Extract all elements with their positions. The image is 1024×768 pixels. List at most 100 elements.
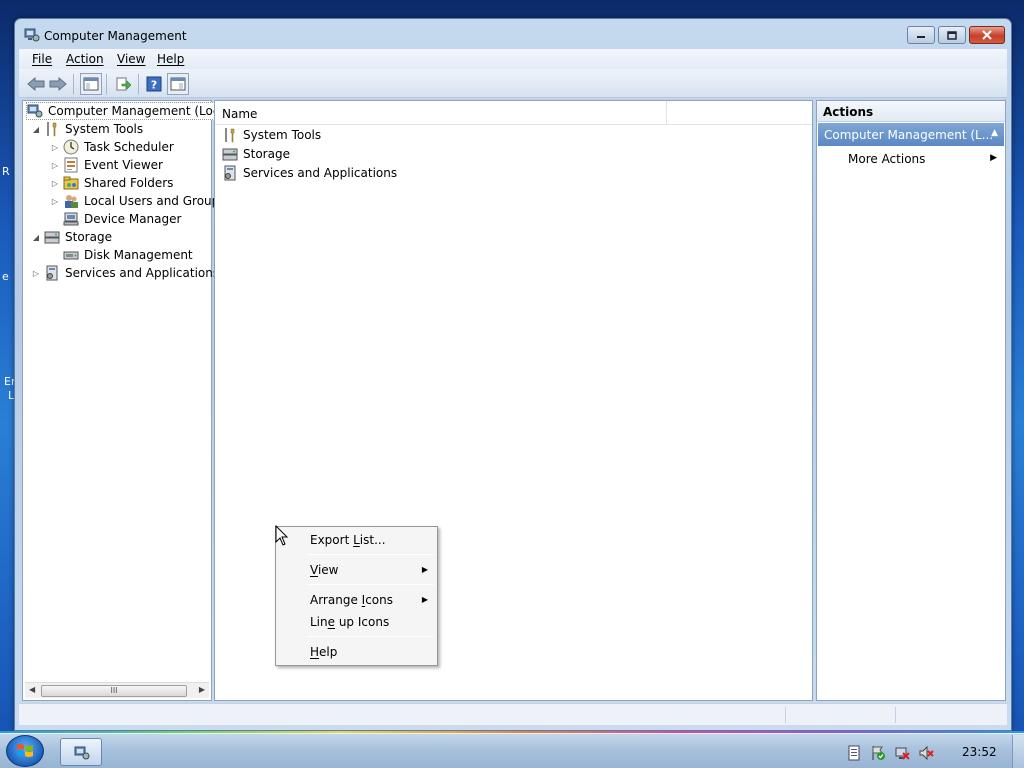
list-item-system-tools[interactable]: System Tools bbox=[222, 126, 321, 144]
scroll-left-arrow-icon[interactable]: ◀ bbox=[29, 685, 35, 694]
menu-file[interactable]: File bbox=[32, 52, 52, 66]
submenu-arrow-icon: ▶ bbox=[421, 595, 428, 604]
forward-button[interactable] bbox=[47, 73, 69, 95]
menu-label-accel: L bbox=[353, 533, 360, 547]
expand-triangle-icon[interactable]: ▷ bbox=[50, 178, 60, 188]
desktop-text-fragment: R bbox=[2, 165, 10, 178]
minimize-button[interactable] bbox=[907, 26, 935, 44]
shared-folders-icon bbox=[63, 176, 79, 190]
tray-document-icon[interactable] bbox=[846, 745, 862, 761]
menu-label-part: cons bbox=[365, 593, 393, 607]
column-header: Name bbox=[215, 101, 812, 125]
context-menu-export-list[interactable]: Export List... bbox=[310, 533, 386, 547]
column-header-name[interactable]: Name bbox=[222, 107, 257, 121]
taskbar-computer-management-button[interactable] bbox=[60, 738, 102, 766]
collapse-triangle-icon[interactable]: ◢ bbox=[31, 232, 41, 242]
column-divider[interactable] bbox=[666, 101, 667, 125]
tree-item-shared-folders[interactable]: ▷ Shared Folders bbox=[50, 174, 173, 192]
close-button[interactable] bbox=[969, 26, 1005, 44]
context-menu-arrange-icons[interactable]: Arrange Icons bbox=[310, 593, 393, 607]
status-divider bbox=[895, 707, 896, 723]
list-item-label: Services and Applications bbox=[243, 166, 398, 180]
menu-label-accel: e bbox=[327, 615, 336, 629]
tree-item-label: Services and Applications bbox=[65, 266, 220, 280]
storage-icon bbox=[44, 231, 60, 244]
menu-action[interactable]: Action bbox=[66, 52, 104, 66]
more-actions-link[interactable]: More Actions bbox=[848, 152, 925, 166]
context-menu-line-up-icons[interactable]: Line up Icons bbox=[310, 615, 389, 629]
toolbar-separator bbox=[138, 74, 139, 94]
help-icon: ? bbox=[146, 76, 162, 92]
tree-item-system-tools[interactable]: ◢ System Tools bbox=[31, 120, 143, 138]
scroll-right-arrow-icon[interactable]: ▶ bbox=[199, 685, 205, 694]
show-hide-console-tree-button[interactable] bbox=[80, 73, 102, 95]
show-hide-action-pane-icon bbox=[170, 77, 186, 91]
actions-pane: Actions Computer Management (L... ▲ More… bbox=[816, 100, 1006, 701]
expand-triangle-icon[interactable]: ▷ bbox=[31, 268, 41, 278]
scrollbar-thumb[interactable]: III bbox=[41, 685, 187, 697]
back-button[interactable] bbox=[25, 73, 47, 95]
title-bar[interactable]: Computer Management bbox=[15, 19, 1011, 49]
collapse-triangle-icon[interactable]: ◢ bbox=[31, 124, 41, 134]
actions-header: Actions bbox=[817, 101, 1005, 122]
menu-help[interactable]: Help bbox=[157, 52, 184, 66]
close-icon bbox=[982, 30, 992, 40]
maximize-button[interactable] bbox=[938, 26, 966, 44]
system-tools-icon bbox=[47, 122, 57, 137]
help-button[interactable]: ? bbox=[143, 73, 165, 95]
tree-item-disk-management[interactable]: Disk Management bbox=[63, 246, 193, 264]
tree-item-event-viewer[interactable]: ▷ Event Viewer bbox=[50, 156, 163, 174]
tree-item-label: Event Viewer bbox=[84, 158, 163, 172]
users-icon bbox=[65, 195, 78, 208]
tree-item-device-manager[interactable]: Device Manager bbox=[63, 210, 181, 228]
list-item-services-and-applications[interactable]: Services and Applications bbox=[222, 164, 397, 182]
actions-section-label: Computer Management (L... bbox=[824, 128, 994, 142]
collapse-up-icon[interactable]: ▲ bbox=[991, 128, 998, 138]
menu-label-accel: V bbox=[310, 563, 318, 577]
windows-logo-icon bbox=[17, 744, 33, 757]
tree-item-storage[interactable]: ◢ Storage bbox=[31, 228, 112, 246]
tree-item-label: Task Scheduler bbox=[84, 140, 174, 154]
expand-triangle-icon[interactable]: ▷ bbox=[50, 160, 60, 170]
menu-label-part: Export bbox=[310, 533, 354, 547]
menu-view[interactable]: View bbox=[117, 52, 145, 66]
toolbar-separator bbox=[106, 74, 107, 94]
volume-muted-icon[interactable] bbox=[918, 745, 934, 761]
restore-icon bbox=[947, 30, 957, 40]
toolbar-separator bbox=[73, 74, 74, 94]
show-hide-action-pane-button[interactable] bbox=[167, 73, 189, 95]
svg-text:?: ? bbox=[151, 79, 157, 92]
tree-item-label: Local Users and Groups bbox=[84, 194, 226, 208]
network-disconnected-icon[interactable] bbox=[894, 745, 910, 761]
tree-item-label: Disk Management bbox=[84, 248, 193, 262]
tree-item-services-and-applications[interactable]: ▷ Services and Applications bbox=[31, 264, 219, 282]
horizontal-scrollbar[interactable]: ◀ III ▶ bbox=[25, 682, 209, 698]
tree-item-label: Storage bbox=[65, 230, 112, 244]
show-desktop-button[interactable] bbox=[1012, 735, 1024, 768]
actions-section-computer-management[interactable]: Computer Management (L... ▲ bbox=[818, 123, 1004, 146]
tree-item-computer-management[interactable]: Computer Management (Local bbox=[26, 102, 232, 120]
expand-triangle-icon[interactable]: ▷ bbox=[50, 142, 60, 152]
tree-item-label: Device Manager bbox=[84, 212, 182, 226]
start-button[interactable] bbox=[6, 735, 44, 767]
action-center-flag-icon[interactable] bbox=[870, 745, 886, 761]
taskbar-clock[interactable]: 23:52 bbox=[962, 745, 997, 759]
desktop-text-fragment: e bbox=[2, 270, 9, 283]
computer-management-icon bbox=[27, 104, 43, 118]
toolbar: ? bbox=[19, 69, 1007, 98]
menu-label-part: Lin bbox=[310, 615, 328, 629]
submenu-arrow-icon: ▶ bbox=[990, 153, 997, 163]
menu-label-part: iew bbox=[317, 563, 339, 577]
context-menu-help[interactable]: Help bbox=[310, 645, 337, 659]
list-item-storage[interactable]: Storage bbox=[222, 145, 290, 163]
forward-arrow-icon bbox=[49, 77, 67, 91]
tree-item-label: Shared Folders bbox=[84, 176, 174, 190]
event-viewer-icon bbox=[64, 157, 78, 173]
expand-triangle-icon[interactable]: ▷ bbox=[50, 196, 60, 206]
tree-item-local-users-and-groups[interactable]: ▷ Local Users and Groups bbox=[50, 192, 226, 210]
context-menu-view[interactable]: View bbox=[310, 563, 338, 577]
menu-label-part: up Icons bbox=[335, 615, 390, 629]
export-list-button[interactable] bbox=[112, 73, 134, 95]
tree-item-task-scheduler[interactable]: ▷ Task Scheduler bbox=[50, 138, 174, 156]
storage-icon bbox=[222, 148, 238, 161]
